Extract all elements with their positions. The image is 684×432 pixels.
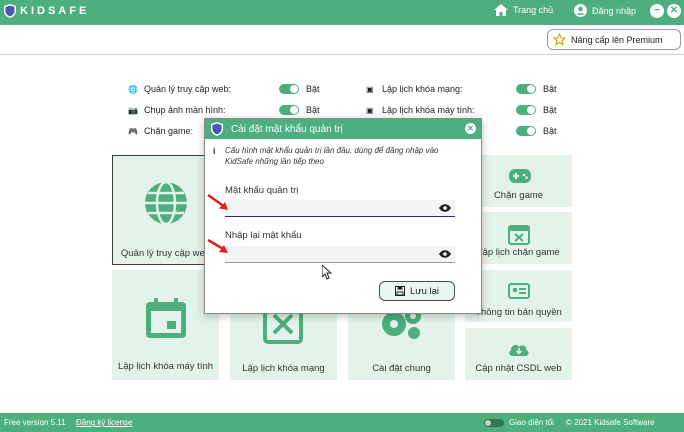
card-label: Lập lịch khóa mạng	[242, 363, 325, 374]
card-label: Cài đặt chung	[372, 363, 431, 374]
shield-logo-icon	[4, 4, 16, 18]
eye-icon[interactable]	[439, 250, 451, 258]
admin-password-dialog: Cài đặt mật khẩu quản trị ✕ i Cấu hình m…	[204, 118, 482, 314]
dialog-title: Cài đặt mật khẩu quản trị	[231, 123, 343, 135]
setting-block-game: 🎮 Chặn game:	[128, 126, 193, 136]
card-label: Chặn game	[493, 190, 544, 201]
info-icon: i	[213, 146, 216, 156]
schedule-net-toggle[interactable]	[516, 84, 536, 94]
dark-mode-toggle[interactable]	[484, 419, 504, 427]
dialog-close-button[interactable]: ✕	[465, 123, 476, 134]
screenshot-toggle[interactable]	[279, 105, 299, 115]
login-link[interactable]: Đăng nhập	[574, 4, 636, 17]
header-divider	[0, 54, 684, 55]
gamepad-icon: 🎮	[128, 126, 138, 136]
web-access-toggle[interactable]	[279, 84, 299, 94]
gamepad-icon	[509, 169, 531, 183]
schedule-game-toggle[interactable]	[516, 126, 536, 136]
confirm-password-field[interactable]	[225, 246, 455, 263]
card-label: Quản lý truy cập web	[120, 248, 211, 259]
upgrade-label: Nâng cấp lên Premium	[571, 34, 663, 45]
id-card-icon	[508, 283, 530, 299]
confirm-password-label: Nhập lại mật khẩu	[225, 230, 302, 241]
star-icon	[553, 33, 566, 46]
calendar-icon	[146, 298, 186, 338]
title-bar: KIDSAFE Trang chủ Đăng nhập − ✕	[0, 0, 684, 25]
minimize-button[interactable]: −	[650, 4, 664, 18]
app-logo: KIDSAFE	[4, 4, 89, 18]
shield-logo-icon	[211, 122, 223, 136]
login-label: Đăng nhập	[592, 5, 637, 16]
password-field[interactable]	[225, 200, 455, 217]
toggle-state: Bật	[543, 84, 557, 94]
schedule-pc-toggle[interactable]	[516, 105, 536, 115]
setting-label: Lập lịch khóa máy tính:	[382, 105, 475, 115]
card-update-db[interactable]: Cập nhật CSDL web	[465, 328, 572, 380]
dialog-info-text: Cấu hình mật khẩu quản trị lần đầu, dùng…	[225, 146, 439, 166]
toggle-state: Bật	[543, 105, 557, 115]
toggle-state: Bật	[543, 126, 557, 136]
setting-label: Chặn game:	[144, 126, 194, 136]
calendar-x-icon	[508, 225, 530, 245]
card-label: Lập lịch khóa máy tính	[117, 361, 214, 372]
setting-label: Lập lịch khóa mạng:	[382, 84, 463, 94]
globe-icon: 🌐	[128, 84, 138, 94]
card-label: Cập nhật CSDL web	[475, 363, 562, 374]
cloud-download-icon	[509, 344, 529, 356]
password-label: Mật khẩu quản trị	[225, 185, 299, 196]
dialog-title-bar: Cài đặt mật khẩu quản trị ✕	[205, 119, 481, 139]
setting-schedule-net: ▣ Lập lịch khóa mạng:	[366, 84, 463, 94]
camera-icon: 📷	[128, 105, 138, 115]
card-label: Thông tin bản quyền	[475, 307, 562, 318]
calendar-x-icon: ▣	[366, 84, 374, 94]
home-link[interactable]: Trang chủ	[494, 4, 553, 16]
toggle-state: Bật	[306, 84, 320, 94]
setting-web-access: 🌐 Quản lý truy cập web:	[128, 84, 231, 94]
save-button[interactable]: Lưu lại	[379, 281, 455, 301]
card-label: Lập lịch chặn game	[477, 247, 560, 258]
globe-icon	[145, 180, 187, 226]
dark-mode-label: Giao diện tối	[509, 418, 554, 427]
red-arrow-icon	[207, 238, 228, 253]
red-arrow-icon	[207, 193, 228, 210]
save-label: Lưu lại	[409, 285, 440, 297]
eye-icon[interactable]	[439, 204, 451, 212]
setting-label: Chụp ảnh màn hình:	[144, 105, 226, 115]
copyright-text: © 2021 Kidsafe Software	[566, 418, 655, 427]
upgrade-premium-button[interactable]: Nâng cấp lên Premium	[547, 29, 681, 50]
register-license-link[interactable]: Đăng ký license	[76, 418, 132, 427]
home-label: Trang chủ	[513, 5, 554, 15]
user-icon	[574, 4, 587, 17]
home-icon	[494, 4, 508, 16]
setting-label: Quản lý truy cập web:	[144, 84, 232, 94]
app-name: KIDSAFE	[20, 5, 90, 17]
calendar-x-icon: ▣	[366, 105, 374, 115]
card-schedule-pc[interactable]: Lập lịch khóa máy tính	[112, 270, 219, 380]
setting-screenshot: 📷 Chụp ảnh màn hình:	[128, 105, 226, 115]
floppy-disk-icon	[394, 286, 405, 296]
setting-schedule-pc: ▣ Lập lịch khóa máy tính:	[366, 105, 475, 115]
version-text: Free version 5.11	[4, 418, 66, 427]
card-web-access[interactable]: Quản lý truy cập web	[112, 155, 219, 265]
status-bar: Free version 5.11 Đăng ký license Giao d…	[0, 413, 684, 432]
close-button[interactable]: ✕	[667, 4, 681, 18]
toggle-state: Bật	[306, 105, 320, 115]
mouse-cursor-icon	[322, 265, 332, 280]
